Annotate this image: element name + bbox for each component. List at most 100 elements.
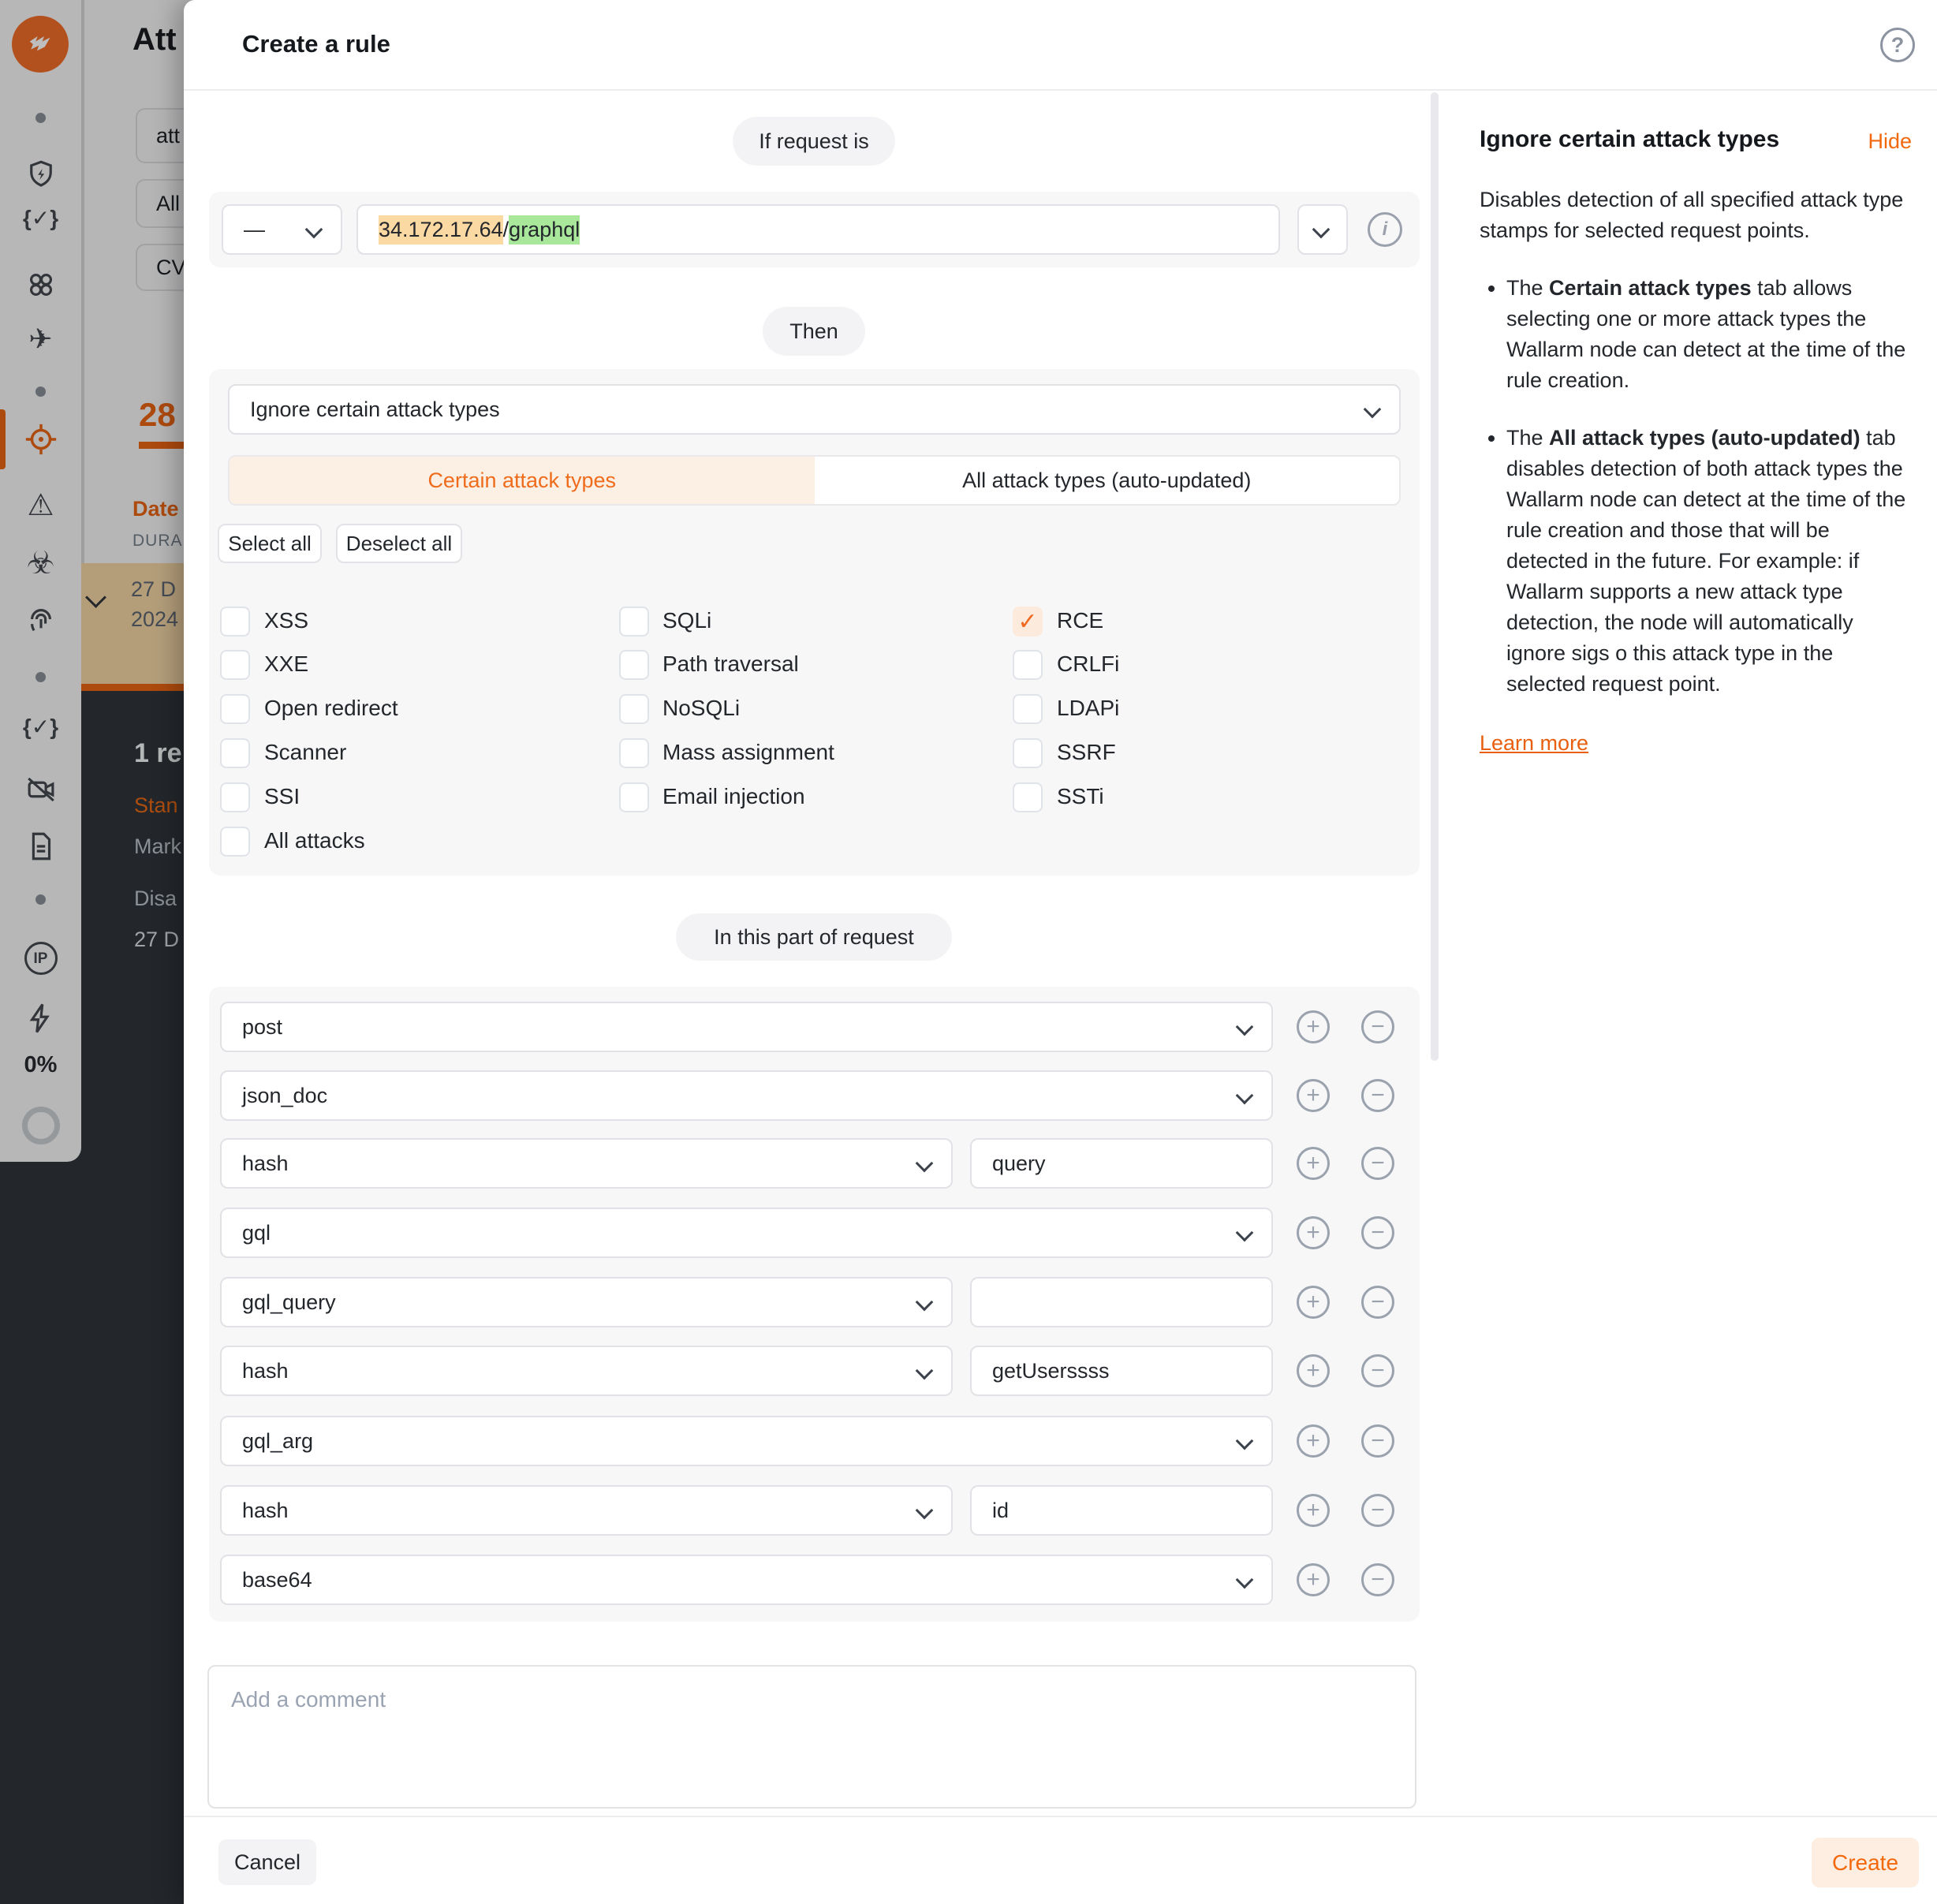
pill-then: Then — [763, 307, 865, 356]
deselect-all-button[interactable]: Deselect all — [336, 524, 462, 563]
remove-part-button[interactable]: − — [1361, 1563, 1394, 1596]
select-all-button[interactable]: Select all — [218, 524, 322, 563]
checkbox-crlfi[interactable] — [1013, 650, 1043, 680]
part-select-gql-arg[interactable]: gql_arg — [220, 1416, 1273, 1466]
checkbox-sqli[interactable] — [619, 607, 649, 637]
checkbox-path-traversal[interactable] — [619, 650, 649, 680]
remove-part-button[interactable]: − — [1361, 1494, 1394, 1527]
check-icon: ✓ — [1017, 608, 1037, 636]
checkbox-label: RCE — [1057, 608, 1103, 633]
checkbox-ssrf[interactable] — [1013, 738, 1043, 768]
help-icon[interactable]: ? — [1880, 28, 1915, 62]
part-value-input[interactable]: id — [970, 1485, 1273, 1536]
bullet-text: The — [1506, 426, 1549, 450]
add-part-button[interactable]: + — [1297, 1563, 1330, 1596]
method-select[interactable]: — — [222, 204, 342, 255]
add-part-button[interactable]: + — [1297, 1079, 1330, 1112]
add-part-button[interactable]: + — [1297, 1494, 1330, 1527]
checkbox-label: Open redirect — [264, 696, 398, 721]
bullet-bold: All attack types (auto-updated) — [1549, 426, 1860, 450]
checkbox-label: Mass assignment — [662, 740, 834, 765]
part-select-hash[interactable]: hash — [220, 1138, 953, 1189]
checkbox-open-redirect[interactable] — [220, 694, 250, 724]
remove-part-button[interactable]: − — [1361, 1010, 1394, 1043]
part-select-gql[interactable]: gql — [220, 1208, 1273, 1258]
part-select-hash[interactable]: hash — [220, 1346, 953, 1396]
add-part-button[interactable]: + — [1297, 1010, 1330, 1043]
remove-part-button[interactable]: − — [1361, 1286, 1394, 1319]
uri-expand-button[interactable] — [1297, 204, 1348, 255]
remove-part-button[interactable]: − — [1361, 1424, 1394, 1458]
input-value: id — [992, 1499, 1009, 1523]
help-bullet: The Certain attack types tab allows sele… — [1506, 273, 1912, 396]
uri-host-token: 34.172.17.64 — [379, 215, 503, 245]
info-glyph: i — [1383, 218, 1388, 241]
part-select-hash[interactable]: hash — [220, 1485, 953, 1536]
help-intro: Disables detection of all specified atta… — [1480, 185, 1912, 246]
part-select-json-doc[interactable]: json_doc — [220, 1070, 1273, 1121]
part-select-gql-query[interactable]: gql_query — [220, 1277, 953, 1327]
checkbox-label: All attacks — [264, 828, 365, 853]
select-value: base64 — [242, 1568, 312, 1592]
modal-title: Create a rule — [242, 30, 390, 58]
remove-part-button[interactable]: − — [1361, 1354, 1394, 1387]
add-part-button[interactable]: + — [1297, 1424, 1330, 1458]
checkbox-xxe[interactable] — [220, 650, 250, 680]
uri-input[interactable]: 34.172.17.64/graphql — [356, 204, 1280, 255]
rule-action-select[interactable]: Ignore certain attack types — [228, 384, 1401, 435]
checkbox-label: XXE — [264, 651, 308, 677]
add-part-button[interactable]: + — [1297, 1354, 1330, 1387]
checkbox-nosqli[interactable] — [619, 694, 649, 724]
help-panel: Ignore certain attack types Hide Disable… — [1480, 126, 1912, 756]
checkbox-all-attacks[interactable] — [220, 827, 250, 857]
checkbox-ssi[interactable] — [220, 782, 250, 812]
create-button[interactable]: Create — [1812, 1838, 1919, 1887]
info-icon[interactable]: i — [1368, 212, 1402, 247]
tab-certain-attack-types[interactable]: Certain attack types — [230, 457, 815, 504]
remove-part-button[interactable]: − — [1361, 1147, 1394, 1180]
method-value: — — [244, 218, 265, 242]
select-value: gql_query — [242, 1290, 336, 1315]
checkbox-scanner[interactable] — [220, 738, 250, 768]
select-value: hash — [242, 1152, 289, 1176]
pill-label: In this part of request — [714, 925, 914, 950]
comment-textarea[interactable] — [207, 1665, 1416, 1809]
learn-more-link[interactable]: Learn more — [1480, 731, 1588, 756]
part-value-input[interactable]: getUserssss — [970, 1346, 1273, 1396]
button-label: Create — [1832, 1850, 1898, 1876]
button-label: Cancel — [234, 1850, 300, 1875]
checkbox-label: CRLFi — [1057, 651, 1119, 677]
pill-request-part: In this part of request — [676, 913, 952, 961]
question-glyph: ? — [1891, 33, 1905, 58]
select-value: json_doc — [242, 1084, 327, 1108]
bullet-text: The — [1506, 276, 1549, 300]
checkbox-label: SSTi — [1057, 784, 1104, 809]
modal-scrollbar[interactable] — [1431, 92, 1439, 1061]
checkbox-mass-assignment[interactable] — [619, 738, 649, 768]
remove-part-button[interactable]: − — [1361, 1079, 1394, 1112]
hide-link[interactable]: Hide — [1868, 129, 1912, 154]
pill-label: Then — [789, 319, 838, 344]
checkbox-ldapi[interactable] — [1013, 694, 1043, 724]
footer-divider — [184, 1816, 1937, 1817]
checkbox-email-injection[interactable] — [619, 782, 649, 812]
chevron-down-icon — [1312, 221, 1331, 239]
cancel-button[interactable]: Cancel — [218, 1839, 316, 1885]
part-value-input-empty[interactable] — [970, 1277, 1273, 1327]
part-select-post[interactable]: post — [220, 1002, 1273, 1052]
part-select-base64[interactable]: base64 — [220, 1555, 1273, 1605]
add-part-button[interactable]: + — [1297, 1286, 1330, 1319]
chevron-down-icon — [1364, 401, 1382, 419]
part-value-input[interactable]: query — [970, 1138, 1273, 1189]
remove-part-button[interactable]: − — [1361, 1216, 1394, 1249]
tab-all-attack-types[interactable]: All attack types (auto-updated) — [815, 457, 1400, 504]
add-part-button[interactable]: + — [1297, 1147, 1330, 1180]
checkbox-label: LDAPi — [1057, 696, 1119, 721]
bullet-bold: Certain attack types — [1549, 276, 1752, 300]
checkbox-rce-checked[interactable]: ✓ — [1013, 607, 1043, 637]
checkbox-xss[interactable] — [220, 607, 250, 637]
help-bullet: The All attack types (auto-updated) tab … — [1506, 423, 1912, 700]
checkbox-ssti[interactable] — [1013, 782, 1043, 812]
add-part-button[interactable]: + — [1297, 1216, 1330, 1249]
input-value: query — [992, 1152, 1046, 1176]
